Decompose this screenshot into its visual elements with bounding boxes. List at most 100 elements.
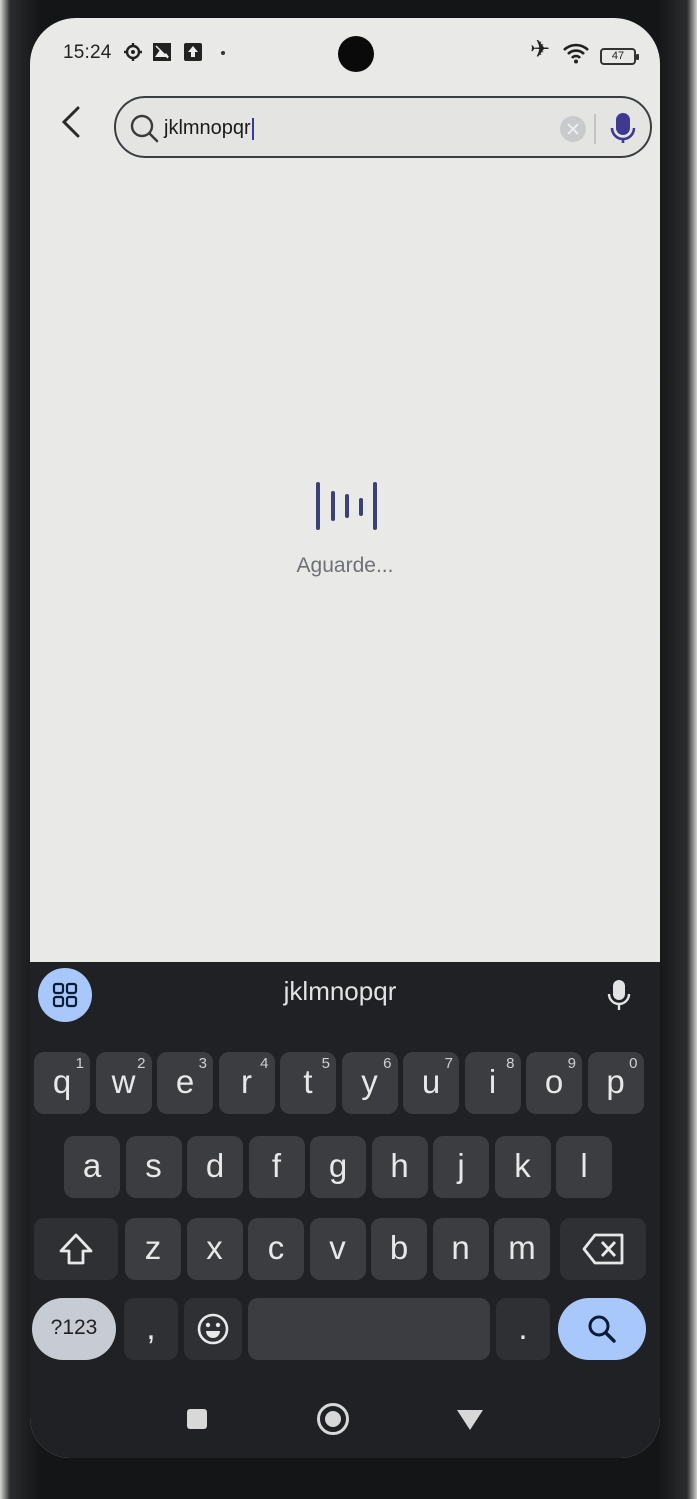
key-m[interactable]: m	[494, 1218, 550, 1280]
key-label: w	[111, 1063, 136, 1100]
key-label: f	[271, 1147, 282, 1184]
key-label: h	[390, 1147, 409, 1184]
settings-notification-icon	[124, 43, 142, 61]
search-action-icon	[588, 1315, 616, 1343]
key-label: r	[241, 1063, 252, 1100]
voice-loading-indicator	[314, 478, 380, 530]
key-label: b	[389, 1229, 409, 1266]
more-notifications-dot	[221, 51, 225, 55]
emoji-key[interactable]	[184, 1298, 242, 1360]
status-time: 15:24	[63, 42, 112, 63]
backspace-key[interactable]	[560, 1218, 646, 1280]
airplane-icon: ✈	[530, 36, 551, 63]
keyboard-mic-icon[interactable]	[606, 978, 632, 1014]
key-label: n	[451, 1229, 470, 1266]
apps-grid-icon	[52, 982, 78, 1008]
clear-icon[interactable]	[560, 116, 586, 142]
key-y[interactable]: y6	[341, 1052, 398, 1114]
period-key[interactable]: .	[496, 1298, 550, 1360]
key-g[interactable]: g	[310, 1136, 366, 1198]
upload-notification-icon	[184, 43, 202, 61]
search-bar[interactable]: jklmnopqr	[114, 96, 652, 158]
key-number-hint: 0	[629, 1055, 638, 1072]
key-b[interactable]: b	[371, 1218, 427, 1280]
key-number-hint: 4	[260, 1055, 269, 1072]
key-label: s	[145, 1147, 162, 1184]
key-label: a	[82, 1147, 102, 1184]
search-icon	[130, 114, 159, 143]
key-q[interactable]: q1	[34, 1052, 90, 1114]
key-a[interactable]: a	[64, 1136, 120, 1198]
key-number-hint: 6	[383, 1055, 392, 1072]
key-i[interactable]: i8	[464, 1052, 521, 1114]
key-number-hint: 8	[506, 1055, 515, 1072]
key-c[interactable]: c	[248, 1218, 304, 1280]
key-label: l	[580, 1147, 588, 1184]
key-label: j	[457, 1147, 465, 1184]
key-label: k	[514, 1147, 531, 1184]
search-divider	[594, 114, 596, 144]
key-label: c	[267, 1229, 285, 1266]
key-label: o	[544, 1063, 564, 1100]
key-t[interactable]: t5	[280, 1052, 336, 1114]
key-label: i	[488, 1063, 497, 1100]
photo-notification-icon	[153, 43, 171, 61]
shift-key[interactable]	[34, 1218, 118, 1280]
key-label: g	[328, 1147, 348, 1184]
key-number-hint: 9	[567, 1055, 576, 1072]
symbols-key[interactable]: ?123	[32, 1298, 116, 1360]
comma-key[interactable]: ,	[124, 1298, 178, 1360]
key-label: m	[508, 1229, 536, 1266]
key-l[interactable]: l	[556, 1136, 612, 1198]
key-p[interactable]: p0	[587, 1052, 644, 1114]
key-f[interactable]: f	[248, 1136, 305, 1198]
key-e[interactable]: e3	[157, 1052, 213, 1114]
word-suggestion[interactable]: jklmnopqr	[190, 976, 490, 1007]
space-key[interactable]	[248, 1298, 490, 1360]
key-d[interactable]: d	[187, 1136, 243, 1198]
key-x[interactable]: x	[186, 1218, 243, 1280]
recents-icon[interactable]	[186, 1408, 208, 1430]
text-cursor	[251, 117, 254, 140]
key-number-hint: 3	[198, 1055, 207, 1072]
wifi-icon	[563, 43, 589, 64]
search-action-key[interactable]	[558, 1298, 646, 1360]
suggestion-strip: jklmnopqr	[30, 962, 660, 1030]
key-label: u	[421, 1063, 441, 1100]
key-label: v	[329, 1229, 346, 1266]
search-query-text: jklmnopqr	[164, 117, 251, 139]
front-camera	[338, 36, 374, 72]
key-label: z	[144, 1229, 162, 1266]
key-number-hint: 2	[137, 1055, 146, 1072]
key-n[interactable]: n	[432, 1218, 489, 1280]
apps-grid-button[interactable]	[38, 968, 92, 1022]
key-label: d	[205, 1147, 225, 1184]
loading-message: Aguarde...	[296, 554, 394, 577]
key-s[interactable]: s	[125, 1136, 182, 1198]
key-u[interactable]: u7	[403, 1052, 459, 1114]
key-o[interactable]: o9	[526, 1052, 582, 1114]
navigation-bar	[30, 1380, 660, 1458]
mic-icon[interactable]	[608, 110, 638, 146]
key-label: e	[175, 1063, 195, 1100]
search-input[interactable]: jklmnopqr	[164, 112, 544, 144]
key-j[interactable]: j	[433, 1136, 489, 1198]
key-w[interactable]: w2	[95, 1052, 152, 1114]
home-icon[interactable]	[316, 1402, 350, 1436]
back-nav-icon[interactable]	[456, 1408, 484, 1432]
backspace-icon	[582, 1233, 624, 1265]
key-v[interactable]: v	[309, 1218, 366, 1280]
key-z[interactable]: z	[125, 1218, 181, 1280]
key-label: t	[303, 1063, 313, 1100]
emoji-icon	[197, 1313, 229, 1345]
back-arrow-icon[interactable]	[58, 104, 86, 140]
shift-icon	[59, 1233, 93, 1265]
key-k[interactable]: k	[494, 1136, 551, 1198]
key-r[interactable]: r4	[218, 1052, 275, 1114]
screen: 15:24 ✈ 47 jklmnopqr Aguarde... jklmnopq…	[30, 18, 660, 1458]
key-number-hint: 1	[75, 1055, 84, 1072]
key-h[interactable]: h	[371, 1136, 428, 1198]
key-label: q	[52, 1063, 72, 1100]
key-label: p	[606, 1063, 625, 1100]
key-number-hint: 5	[321, 1055, 330, 1072]
